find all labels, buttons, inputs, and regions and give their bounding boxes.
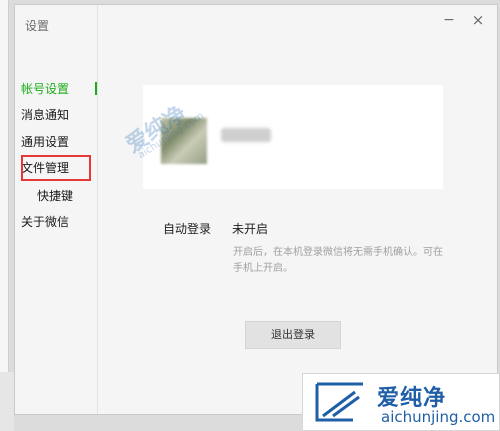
watermark-brand-en: aichunjing.com xyxy=(381,408,496,426)
auto-login-description: 开启后，在本机登录微信将无需手机确认。可在手机上开启。 xyxy=(233,247,443,274)
watermark-banner: 爱纯净 aichunjing.com xyxy=(302,373,500,431)
auto-login-status: 未开启 xyxy=(232,222,269,236)
sidebar-item-notifications[interactable]: 消息通知 xyxy=(15,104,97,126)
nickname-blurred xyxy=(221,128,271,142)
sidebar-item-about[interactable]: 关于微信 xyxy=(15,211,97,233)
background-window-edge xyxy=(0,372,14,431)
highlight-box xyxy=(21,155,91,181)
background-window xyxy=(0,0,9,380)
logout-button[interactable]: 退出登录 xyxy=(245,321,341,349)
sidebar-item-general-settings[interactable]: 通用设置 xyxy=(15,131,97,153)
close-button[interactable]: × xyxy=(469,11,487,29)
settings-sidebar: 帐号设置 消息通知 通用设置 文件管理 快捷键 关于微信 xyxy=(15,5,98,414)
auto-login-label: 自动登录 xyxy=(163,222,212,236)
sidebar-item-shortcuts[interactable]: 快捷键 xyxy=(15,185,97,207)
watermark-logo-icon xyxy=(315,382,363,422)
settings-window: 设置 − × 帐号设置 消息通知 通用设置 文件管理 快捷键 关于微信 自动登录… xyxy=(14,4,498,415)
minimize-button[interactable]: − xyxy=(440,11,458,29)
